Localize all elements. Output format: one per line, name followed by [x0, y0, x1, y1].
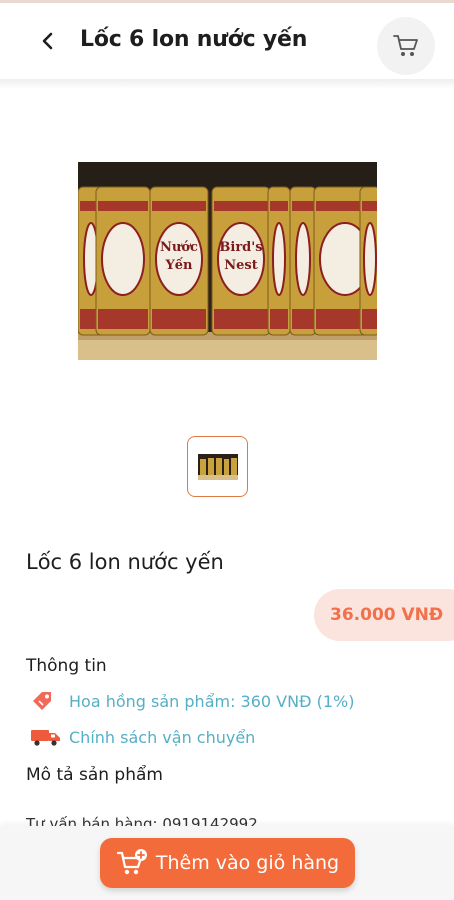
cart-button[interactable]	[377, 17, 435, 75]
product-name: Lốc 6 lon nước yến	[26, 550, 224, 574]
shipping-policy-row[interactable]: Chính sách vận chuyển	[30, 725, 255, 749]
can-label-text: Yến	[164, 257, 193, 273]
tag-icon	[30, 689, 64, 713]
can-label-text: Nest	[224, 258, 257, 273]
info-section-title: Thông tin	[26, 656, 107, 676]
can-label-text: Bird's	[219, 240, 262, 255]
description-section-title: Mô tả sản phẩm	[26, 765, 163, 785]
header: Lốc 6 lon nước yến	[0, 3, 454, 79]
back-button[interactable]	[32, 25, 64, 57]
commission-text: Hoa hồng sản phẩm: 360 VNĐ (1%)	[69, 691, 355, 711]
page-title: Lốc 6 lon nước yến	[80, 27, 308, 52]
shopping-cart-icon	[393, 35, 418, 56]
truck-icon	[30, 725, 64, 749]
cart-plus-icon	[116, 849, 147, 875]
product-image: Nước Yến Bird's Nest	[78, 162, 377, 360]
price-badge: 36.000 VNĐ	[314, 589, 454, 641]
shipping-policy-link[interactable]: Chính sách vận chuyển	[69, 728, 255, 747]
add-to-cart-button[interactable]: Thêm vào giỏ hàng	[100, 838, 355, 888]
commission-row[interactable]: Hoa hồng sản phẩm: 360 VNĐ (1%)	[30, 689, 354, 713]
product-thumbnail[interactable]	[187, 436, 248, 497]
price-value: 36.000 VNĐ	[330, 605, 444, 625]
can-label-text: Nước	[160, 240, 198, 255]
header-shadow	[0, 79, 454, 89]
add-to-cart-label: Thêm vào giỏ hàng	[155, 852, 340, 874]
chevron-left-icon	[42, 32, 53, 50]
